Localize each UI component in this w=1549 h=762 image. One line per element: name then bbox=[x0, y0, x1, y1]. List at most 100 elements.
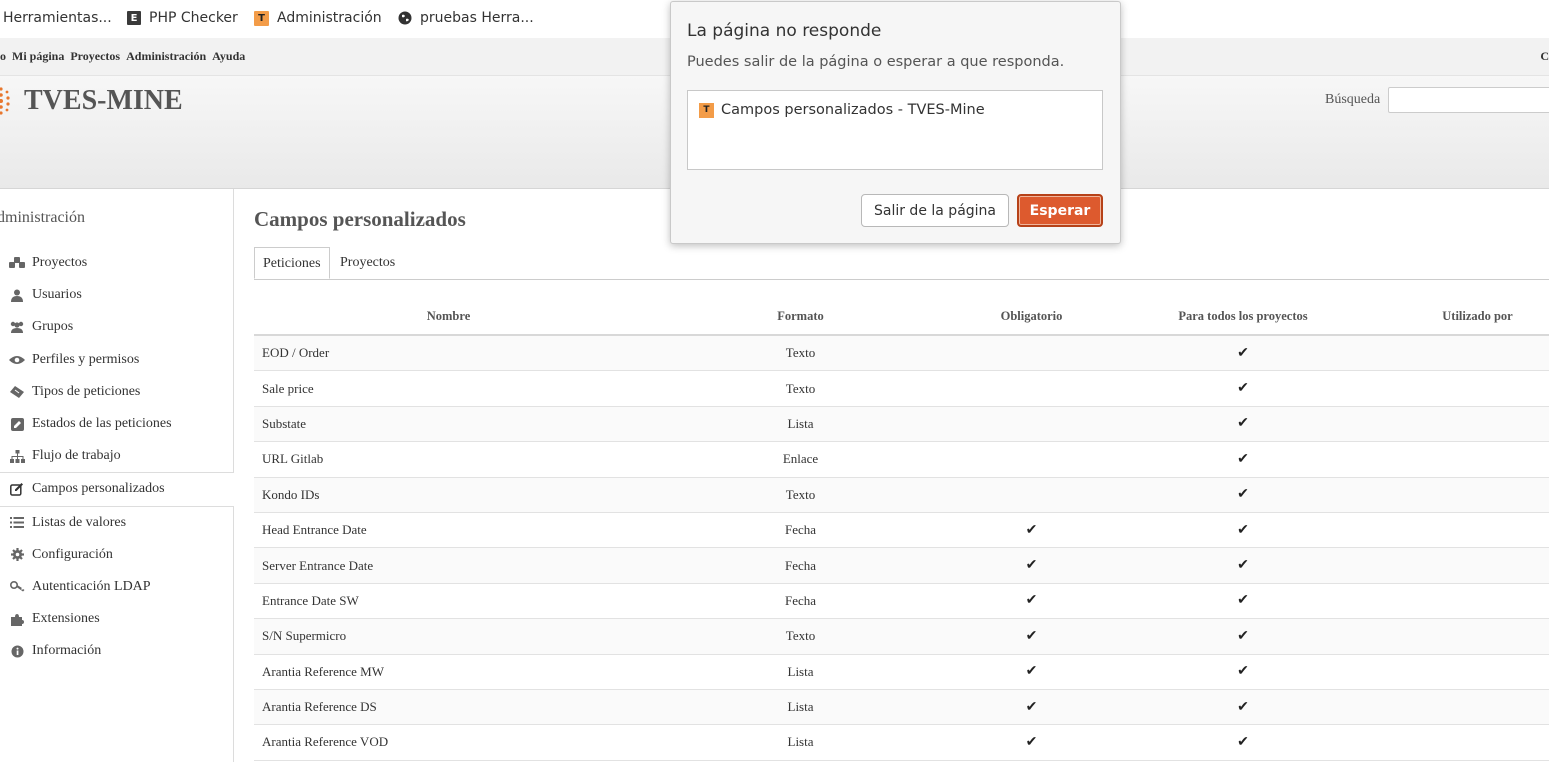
page-title: Campos personalizados bbox=[254, 207, 466, 231]
column-header-formato[interactable]: Formato bbox=[643, 299, 958, 336]
top-menu-link-home[interactable]: o bbox=[0, 49, 6, 64]
sidebar-item-label: Configuración bbox=[32, 546, 113, 562]
sidebar-item-configuracion[interactable]: Configuración bbox=[0, 539, 233, 571]
sitemap-icon bbox=[9, 449, 25, 463]
field-format: Lista bbox=[643, 654, 958, 690]
field-used-by-cell bbox=[1381, 689, 1549, 726]
table-row[interactable]: Kondo IDs Texto ✔ bbox=[254, 477, 1549, 513]
field-all-projects-cell: ✔ bbox=[1105, 370, 1381, 407]
site-title[interactable]: TVES-MINE bbox=[24, 85, 183, 117]
field-name-link[interactable]: S/N Supermicro bbox=[254, 618, 643, 655]
checkmark-icon: ✔ bbox=[1025, 593, 1038, 609]
field-name-link[interactable]: Arantia Reference VOD bbox=[254, 724, 643, 761]
sidebar-item-informacion[interactable]: Información bbox=[0, 635, 233, 667]
column-header-para-todos[interactable]: Para todos los proyectos bbox=[1105, 299, 1381, 336]
field-name-link[interactable]: Arantia Reference DS bbox=[254, 689, 643, 726]
checkmark-icon: ✔ bbox=[1237, 628, 1249, 644]
dialog-page-item-label: Campos personalizados - TVES-Mine bbox=[721, 102, 985, 118]
sidebar-item-extensiones[interactable]: Extensiones bbox=[0, 603, 233, 635]
field-used-by-cell bbox=[1381, 335, 1549, 372]
sidebar-item-ldap[interactable]: Autenticación LDAP bbox=[0, 571, 233, 603]
table-row[interactable]: Arantia Reference VOD Lista ✔ ✔ bbox=[254, 724, 1549, 761]
table-header-row: Nombre Formato Obligatorio Para todos lo… bbox=[254, 299, 1549, 336]
field-used-by-cell bbox=[1381, 654, 1549, 690]
bookmark-label: Herramientas... bbox=[3, 10, 112, 26]
field-required-cell: ✔ bbox=[958, 618, 1105, 655]
checkmark-icon: ✔ bbox=[1237, 558, 1249, 574]
sidebar-item-grupos[interactable]: Grupos bbox=[0, 311, 233, 343]
key-icon bbox=[9, 580, 25, 594]
column-header-obligatorio[interactable]: Obligatorio bbox=[958, 299, 1105, 336]
table-row[interactable]: Substate Lista ✔ bbox=[254, 406, 1549, 443]
sidebar-item-estados[interactable]: Estados de las peticiones bbox=[0, 408, 233, 440]
table-row[interactable]: Entrance Date SW Fecha ✔ ✔ bbox=[254, 583, 1549, 620]
page-unresponsive-dialog: La página no responde Puedes salir de la… bbox=[670, 1, 1121, 244]
sidebar-item-perfiles[interactable]: Perfiles y permisos bbox=[0, 344, 233, 376]
bookmark-administracion[interactable]: T Administración bbox=[254, 10, 382, 26]
bookmark-php-checker[interactable]: E PHP Checker bbox=[127, 10, 238, 26]
field-required-cell: ✔ bbox=[958, 547, 1105, 584]
field-format: Lista bbox=[643, 689, 958, 726]
bookmark-herramientas[interactable]: Herramientas... bbox=[3, 10, 112, 26]
top-menu-link-my-page[interactable]: Mi página bbox=[12, 49, 64, 64]
top-menu-link-help[interactable]: Ayuda bbox=[212, 49, 245, 64]
column-header-utilizado-por[interactable]: Utilizado por bbox=[1381, 299, 1549, 336]
field-name-link[interactable]: Server Entrance Date bbox=[254, 547, 643, 584]
field-name-link[interactable]: Kondo IDs bbox=[254, 477, 643, 513]
sidebar-item-flujo[interactable]: Flujo de trabajo bbox=[0, 440, 233, 472]
field-name-link[interactable]: Entrance Date SW bbox=[254, 583, 643, 620]
field-name-link[interactable]: Arantia Reference MW bbox=[254, 654, 643, 690]
sidebar-item-usuarios[interactable]: Usuarios bbox=[0, 279, 233, 311]
checkmark-icon: ✔ bbox=[1237, 381, 1249, 397]
sidebar-item-label: Autenticación LDAP bbox=[32, 578, 151, 594]
column-header-nombre[interactable]: Nombre bbox=[254, 299, 643, 336]
field-required-cell: ✔ bbox=[958, 583, 1105, 620]
eye-icon bbox=[9, 353, 25, 367]
field-name-link[interactable]: EOD / Order bbox=[254, 335, 643, 372]
top-menu-right-link[interactable]: C bbox=[1540, 49, 1549, 64]
top-menu-link-administration[interactable]: Administración bbox=[126, 49, 206, 64]
field-name-link[interactable]: Substate bbox=[254, 406, 643, 443]
list-icon bbox=[9, 516, 25, 530]
table-row[interactable]: Head Entrance Date Fecha ✔ ✔ bbox=[254, 512, 1549, 549]
bookmark-label: PHP Checker bbox=[149, 10, 238, 26]
leave-page-button[interactable]: Salir de la página bbox=[861, 194, 1009, 227]
table-row[interactable]: Server Entrance Date Fecha ✔ ✔ bbox=[254, 547, 1549, 584]
table-row[interactable]: URL Gitlab Enlace ✔ bbox=[254, 441, 1549, 478]
field-all-projects-cell: ✔ bbox=[1105, 724, 1381, 761]
sidebar-item-listas[interactable]: Listas de valores bbox=[0, 507, 233, 539]
e-square-icon: E bbox=[127, 11, 141, 25]
table-row[interactable]: Arantia Reference MW Lista ✔ ✔ bbox=[254, 654, 1549, 690]
field-format: Lista bbox=[643, 406, 958, 443]
table-row[interactable]: EOD / Order Texto ✔ bbox=[254, 335, 1549, 372]
field-format: Enlace bbox=[643, 441, 958, 478]
field-name-link[interactable]: Head Entrance Date bbox=[254, 512, 643, 549]
field-name-link[interactable]: URL Gitlab bbox=[254, 441, 643, 478]
table-row[interactable]: Sale price Texto ✔ bbox=[254, 370, 1549, 407]
tab-proyectos[interactable]: Proyectos bbox=[332, 247, 403, 279]
field-format: Fecha bbox=[643, 547, 958, 584]
field-format: Fecha bbox=[643, 512, 958, 549]
dialog-message: Puedes salir de la página o esperar a qu… bbox=[687, 54, 1065, 70]
admin-sidebar: dministración Proyectos Usuarios Grupos … bbox=[0, 189, 234, 762]
sidebar-item-tipos[interactable]: Tipos de peticiones bbox=[0, 376, 233, 408]
tab-peticiones[interactable]: Peticiones bbox=[254, 247, 330, 279]
sidebar-item-campos[interactable]: Campos personalizados bbox=[0, 472, 234, 507]
bookmark-pruebas[interactable]: pruebas Herra... bbox=[398, 10, 534, 26]
table-row[interactable]: S/N Supermicro Texto ✔ ✔ bbox=[254, 618, 1549, 655]
field-name-link[interactable]: Sale price bbox=[254, 370, 643, 407]
field-format: Fecha bbox=[643, 583, 958, 620]
sidebar-item-proyectos[interactable]: Proyectos bbox=[0, 247, 233, 279]
sidebar-item-label: Flujo de trabajo bbox=[32, 448, 121, 464]
wait-button[interactable]: Esperar bbox=[1017, 194, 1103, 227]
field-used-by-cell bbox=[1381, 547, 1549, 584]
field-required-cell bbox=[958, 370, 1105, 407]
table-row[interactable]: Arantia Reference DS Lista ✔ ✔ bbox=[254, 689, 1549, 726]
field-used-by-cell bbox=[1381, 406, 1549, 443]
sidebar-item-label: Proyectos bbox=[32, 255, 88, 271]
field-format: Texto bbox=[643, 370, 958, 407]
top-menu-link-projects[interactable]: Proyectos bbox=[70, 49, 120, 64]
checkmark-icon: ✔ bbox=[1237, 734, 1249, 750]
search-input[interactable] bbox=[1388, 87, 1549, 113]
field-required-cell: ✔ bbox=[958, 724, 1105, 761]
